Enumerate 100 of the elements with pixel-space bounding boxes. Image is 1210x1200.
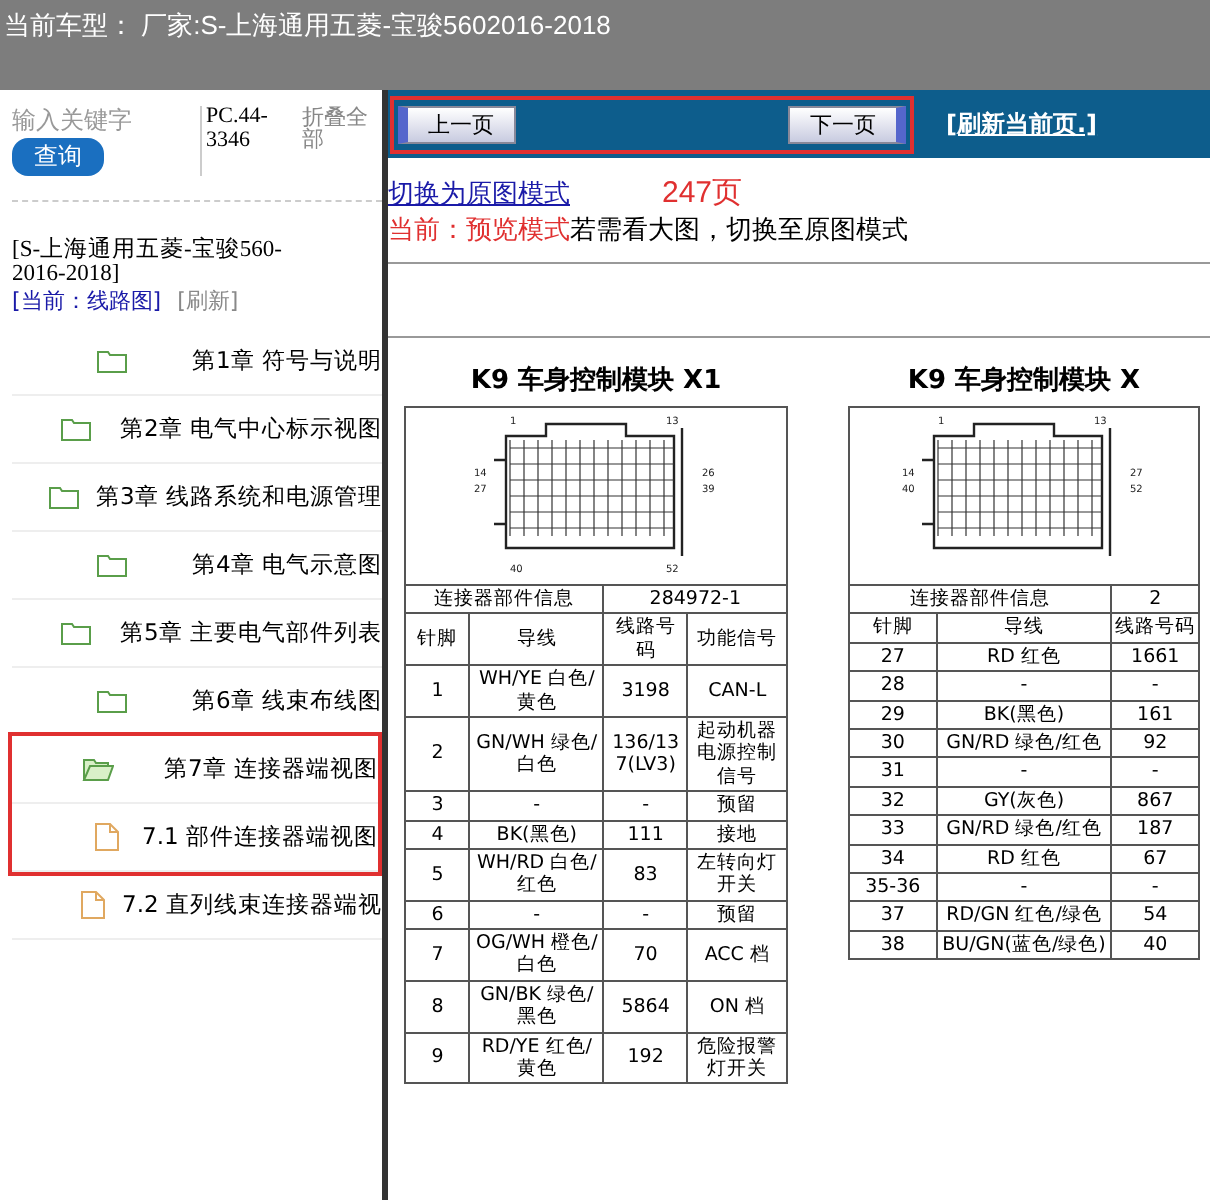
column-header: 针脚: [405, 613, 470, 666]
table-cell: 4: [405, 820, 470, 849]
table-cell: 1: [405, 665, 470, 717]
table-cell: -: [1111, 872, 1199, 902]
folder-icon: [59, 620, 91, 647]
folder-icon: [95, 688, 127, 715]
table-cell: 31: [849, 757, 937, 787]
mode-label: 当前：预览模式: [388, 216, 570, 246]
page-count: 247页: [662, 176, 743, 210]
switch-mode-link[interactable]: 切换为原图模式: [388, 180, 570, 210]
table-title: K9 车身控制模块 X1: [468, 363, 724, 398]
table-cell: 54: [1111, 901, 1199, 931]
table-cell: -: [1111, 671, 1199, 701]
table-cell: -: [936, 671, 1112, 701]
table-cell: BK(黑色): [936, 700, 1112, 729]
table-cell: 37: [849, 901, 937, 931]
table-cell: 2: [405, 716, 470, 792]
table-cell: 67: [1111, 844, 1199, 873]
folder-icon: [95, 552, 127, 579]
table-cell: 5864: [603, 980, 688, 1033]
column-header: 线路号码: [1111, 613, 1199, 643]
table-cell: 3198: [603, 665, 688, 717]
table-cell: 29: [849, 700, 937, 729]
table-cell: 连接器部件信息: [405, 585, 604, 614]
column-header: 线路号码: [603, 613, 688, 666]
table-cell: -: [603, 791, 688, 821]
table-cell: GN/WH 绿色/白色: [469, 716, 604, 792]
table-cell: 7: [405, 929, 470, 981]
table-cell: 起动机器电源控制信号: [687, 716, 787, 792]
table-cell: 192: [603, 1032, 688, 1084]
table-cell: 187: [1111, 815, 1199, 845]
tree-item[interactable]: 7.2 直列线束连接器端视: [12, 872, 382, 941]
window-title: 当前车型： 厂家:S-上海通用五菱-宝骏5602016-2018: [4, 8, 613, 44]
table-cell: 35-36: [849, 872, 937, 902]
table-cell: RD 红色: [936, 642, 1112, 672]
refresh-link[interactable]: [刷新]: [177, 288, 239, 315]
column-header: 功能信号: [687, 613, 787, 666]
table-cell: 6: [405, 900, 470, 930]
table-cell: 接地: [687, 820, 787, 849]
table-cell: 30: [849, 728, 937, 758]
table-cell: GN/RD 绿色/红色: [936, 815, 1112, 845]
table-cell: 2: [1111, 585, 1199, 614]
table-cell: 111: [603, 820, 688, 849]
table-cell: 284972-1: [603, 585, 787, 614]
folder-icon: [59, 416, 91, 443]
search-button[interactable]: 查询: [12, 138, 104, 176]
refresh-page-link[interactable]: [刷新当前页.]: [946, 107, 1098, 141]
tree-item[interactable]: 第2章 电气中心标示视图: [12, 396, 382, 465]
table-cell: 预留: [687, 900, 787, 930]
table-cell: OG/WH 橙色/白色: [469, 929, 604, 981]
column-header: 导线: [469, 613, 604, 666]
table-cell: 70: [603, 929, 688, 981]
column-header: 针脚: [849, 613, 937, 643]
table-cell: GN/RD 绿色/红色: [936, 728, 1112, 758]
tree-item[interactable]: 第1章 符号与说明: [12, 328, 382, 397]
table-cell: WH/YE 白色/黄色: [469, 665, 604, 717]
next-page-button[interactable]: 下一页: [788, 105, 906, 143]
table-cell: 32: [849, 786, 937, 816]
table-cell: -: [936, 872, 1112, 902]
table-cell: 40: [1111, 930, 1199, 960]
table-cell: -: [603, 900, 688, 930]
table-cell: 867: [1111, 786, 1199, 816]
tree-item[interactable]: 第6章 线束布线图: [12, 668, 382, 737]
table-cell: 1661: [1111, 642, 1199, 672]
table-cell: 136/137(LV3): [603, 716, 688, 792]
folder-icon: [81, 756, 113, 783]
table-cell: 左转向灯开关: [687, 848, 787, 901]
table-cell: 8: [405, 980, 470, 1033]
table-cell: 5: [405, 848, 470, 901]
table-cell: 28: [849, 671, 937, 701]
folder-icon: [47, 484, 79, 511]
table-cell: RD 红色: [936, 844, 1112, 873]
tree-item[interactable]: 7.1 部件连接器端视图: [12, 804, 378, 873]
table-cell: BU/GN(蓝色/绿色): [936, 930, 1112, 960]
table-cell: ON 档: [687, 980, 787, 1033]
tree-item[interactable]: 第5章 主要电气部件列表: [12, 600, 382, 669]
column-header: 导线: [936, 613, 1112, 643]
table-cell: RD/GN 红色/绿色: [936, 901, 1112, 931]
previous-page-button[interactable]: 上一页: [398, 105, 516, 143]
tree-item[interactable]: 第4章 电气示意图: [12, 532, 382, 601]
folder-icon: [95, 348, 127, 375]
table-cell: 27: [849, 642, 937, 672]
table-cell: 33: [849, 815, 937, 845]
table-cell: 危险报警灯开关: [687, 1032, 787, 1084]
table-cell: -: [469, 791, 604, 821]
model-label: [S-上海通用五菱-宝骏560-2016-2018]: [12, 238, 284, 287]
table-cell: -: [936, 757, 1112, 787]
table-cell: 3: [405, 791, 470, 821]
collapse-all-link[interactable]: 折叠全部: [302, 106, 378, 176]
table-cell: CAN-L: [687, 665, 787, 717]
table-cell: ACC 档: [687, 929, 787, 981]
current-view-label: [当前：线路图]: [12, 288, 162, 315]
code-label: PC.44-3346: [200, 106, 290, 176]
table-cell: WH/RD 白色/红色: [469, 848, 604, 901]
table-cell: 38: [849, 930, 937, 960]
tree-item[interactable]: 第7章 连接器端视图: [12, 736, 378, 805]
table-cell: 92: [1111, 728, 1199, 758]
table-cell: 161: [1111, 700, 1199, 729]
tree-item[interactable]: 第3章 线路系统和电源管理: [12, 464, 382, 533]
table-cell: 连接器部件信息: [849, 585, 1112, 614]
